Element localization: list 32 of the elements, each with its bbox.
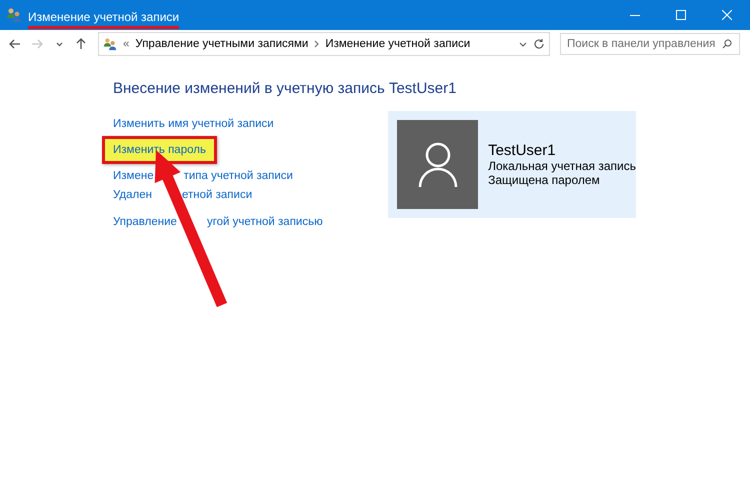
task-link[interactable]: типа учетной записи (184, 169, 293, 183)
account-detail: Локальная учетная запись (488, 159, 636, 173)
forward-arrow-icon (31, 39, 43, 49)
breadcrumb[interactable]: Управление учетными записями (135, 38, 308, 50)
users-icon (103, 37, 117, 51)
account-detail: Защищена паролем (488, 173, 601, 187)
search-icon (722, 39, 732, 49)
task-link[interactable]: угой учетной записью (206, 215, 323, 229)
maximize-icon (676, 10, 686, 20)
users-icon (6, 7, 22, 23)
task-link[interactable]: Изменить имя учетной записи (113, 117, 274, 131)
close-icon (722, 10, 732, 20)
chevron-down-icon[interactable] (519, 42, 527, 46)
window-title: Изменение учетной записи (28, 10, 180, 28)
up-arrow-icon (76, 38, 86, 50)
person-icon (418, 142, 458, 188)
task-link[interactable]: Изменить пароль (102, 136, 217, 164)
task-link[interactable]: Управление (113, 215, 177, 229)
chevron-down-icon (56, 42, 62, 46)
task-link[interactable]: Измене (113, 169, 154, 183)
task-link[interactable]: етной записи (182, 188, 252, 202)
address-bar[interactable]: « Управление учетными записями Изменение учетной записи (98, 32, 550, 56)
search-field[interactable]: Поиск в панели управления (560, 33, 740, 55)
minimize-icon (630, 14, 640, 16)
chevron-right-icon (314, 40, 320, 48)
breadcrumb[interactable]: Изменение учетной записи (325, 38, 470, 50)
overflow-chevrons[interactable]: « (123, 38, 130, 50)
refresh-icon[interactable] (533, 38, 545, 50)
back-arrow-icon (9, 39, 21, 49)
account-name: TestUser1 (488, 142, 557, 159)
page-heading: Внесение изменений в учетную запись TestUser1 (113, 79, 458, 99)
task-link[interactable]: Удален (113, 188, 152, 202)
